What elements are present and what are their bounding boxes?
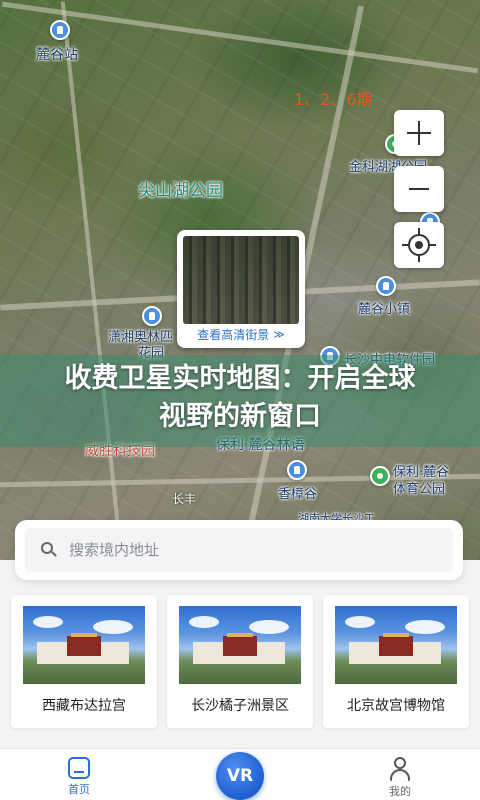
zoom-out-button[interactable]: [394, 166, 444, 212]
scenic-name: 北京故宫博物馆: [347, 698, 445, 714]
scenic-photo: [335, 606, 457, 684]
photo-roof: [383, 633, 409, 637]
gym-poi-icon[interactable]: [370, 466, 390, 486]
photo-palace-red: [379, 636, 413, 656]
streetview-card[interactable]: 查看高清街景 ≫: [177, 230, 305, 348]
photo-roof: [71, 633, 97, 637]
nav-home[interactable]: 首页: [49, 757, 109, 797]
map-label-phase[interactable]: 1、2、6期: [294, 86, 373, 110]
photo-palace-red: [223, 636, 257, 656]
xiangu-poi-icon[interactable]: [287, 460, 307, 480]
headline-line1: 收费卫星实时地图：开启全球: [64, 363, 416, 394]
photo-cloud: [405, 620, 445, 634]
search-box[interactable]: [25, 528, 453, 572]
photo-cloud: [189, 616, 219, 628]
locate-icon-tick: [418, 228, 420, 234]
locate-icon-tick: [418, 256, 420, 262]
scenic-list: 西藏布达拉宫 长沙橘子洲景区 北京故宫博物馆: [11, 595, 469, 728]
map-road: [60, 1, 124, 559]
photo-cloud: [345, 616, 375, 628]
user-icon: [389, 757, 411, 781]
map-label-station[interactable]: 麓谷站: [36, 44, 78, 64]
locate-icon: [402, 228, 436, 262]
garden-poi-icon[interactable]: [142, 306, 162, 326]
scenic-photo: [23, 606, 145, 684]
map-label-baoli-gym[interactable]: 保利·麓谷 体育公园: [393, 464, 449, 498]
search-icon-handle: [51, 551, 57, 557]
vr-button[interactable]: VR: [216, 752, 264, 800]
streetview-link[interactable]: 查看高清街景 ≫: [183, 324, 299, 344]
scenic-card[interactable]: 长沙橘子洲景区: [167, 595, 313, 728]
user-icon-head: [394, 757, 406, 769]
map-label-lugu-town[interactable]: 麓谷小镇: [358, 298, 410, 317]
scenic-card[interactable]: 北京故宫博物馆: [323, 595, 469, 728]
map-label-xiangu[interactable]: 香樟谷: [278, 483, 317, 502]
map-label-baoli-gym-line1: 保利·麓谷: [393, 465, 450, 480]
minus-icon: [409, 188, 429, 190]
scenic-photo: [179, 606, 301, 684]
user-icon-body: [390, 769, 410, 781]
satellite-map[interactable]: 麓谷站 1、2、6期 尖山湖公园 金科湖湖公园 园 麓谷小镇 潇湘奥林匹 花园 …: [0, 0, 480, 560]
scenic-name: 西藏布达拉宫: [42, 698, 126, 714]
zoom-in-button[interactable]: [394, 110, 444, 156]
streetview-label-text: 查看高清街景: [197, 327, 270, 342]
search-card: [15, 520, 463, 580]
station-poi-icon[interactable]: [50, 20, 70, 40]
headline-line2: 视野的新窗口: [159, 401, 321, 432]
locate-icon-dot: [415, 241, 423, 249]
town-poi-icon[interactable]: [376, 276, 396, 296]
search-input[interactable]: [69, 541, 429, 559]
locate-icon-tick: [430, 244, 436, 246]
page-headline: 收费卫星实时地图：开启全球 视野的新窗口: [0, 360, 480, 436]
nav-home-label: 首页: [68, 783, 90, 796]
map-label-baoli-gym-line2: 体育公园: [393, 482, 446, 497]
scenic-name: 长沙橘子洲景区: [191, 698, 289, 714]
home-icon: [68, 757, 90, 779]
photo-palace-red: [67, 636, 101, 656]
nav-mine[interactable]: 我的: [370, 757, 430, 799]
map-label-changfeng[interactable]: 长丰: [172, 490, 196, 507]
scenic-card[interactable]: 西藏布达拉宫: [11, 595, 157, 728]
photo-cloud: [93, 620, 133, 634]
nav-mine-label: 我的: [389, 785, 411, 798]
map-label-xiaoxiang-line1: 潇湘奥林匹: [108, 330, 174, 345]
photo-cloud: [33, 616, 63, 628]
photo-roof: [227, 633, 253, 637]
plus-icon-vertical: [418, 121, 420, 145]
map-label-park[interactable]: 尖山湖公园: [138, 176, 223, 201]
locate-icon-tick: [402, 244, 408, 246]
search-icon: [41, 542, 57, 558]
photo-cloud: [249, 620, 289, 634]
double-chevron-right-icon: ≫: [273, 327, 285, 341]
locate-button[interactable]: [394, 222, 444, 268]
streetview-thumbnail[interactable]: [183, 236, 299, 324]
